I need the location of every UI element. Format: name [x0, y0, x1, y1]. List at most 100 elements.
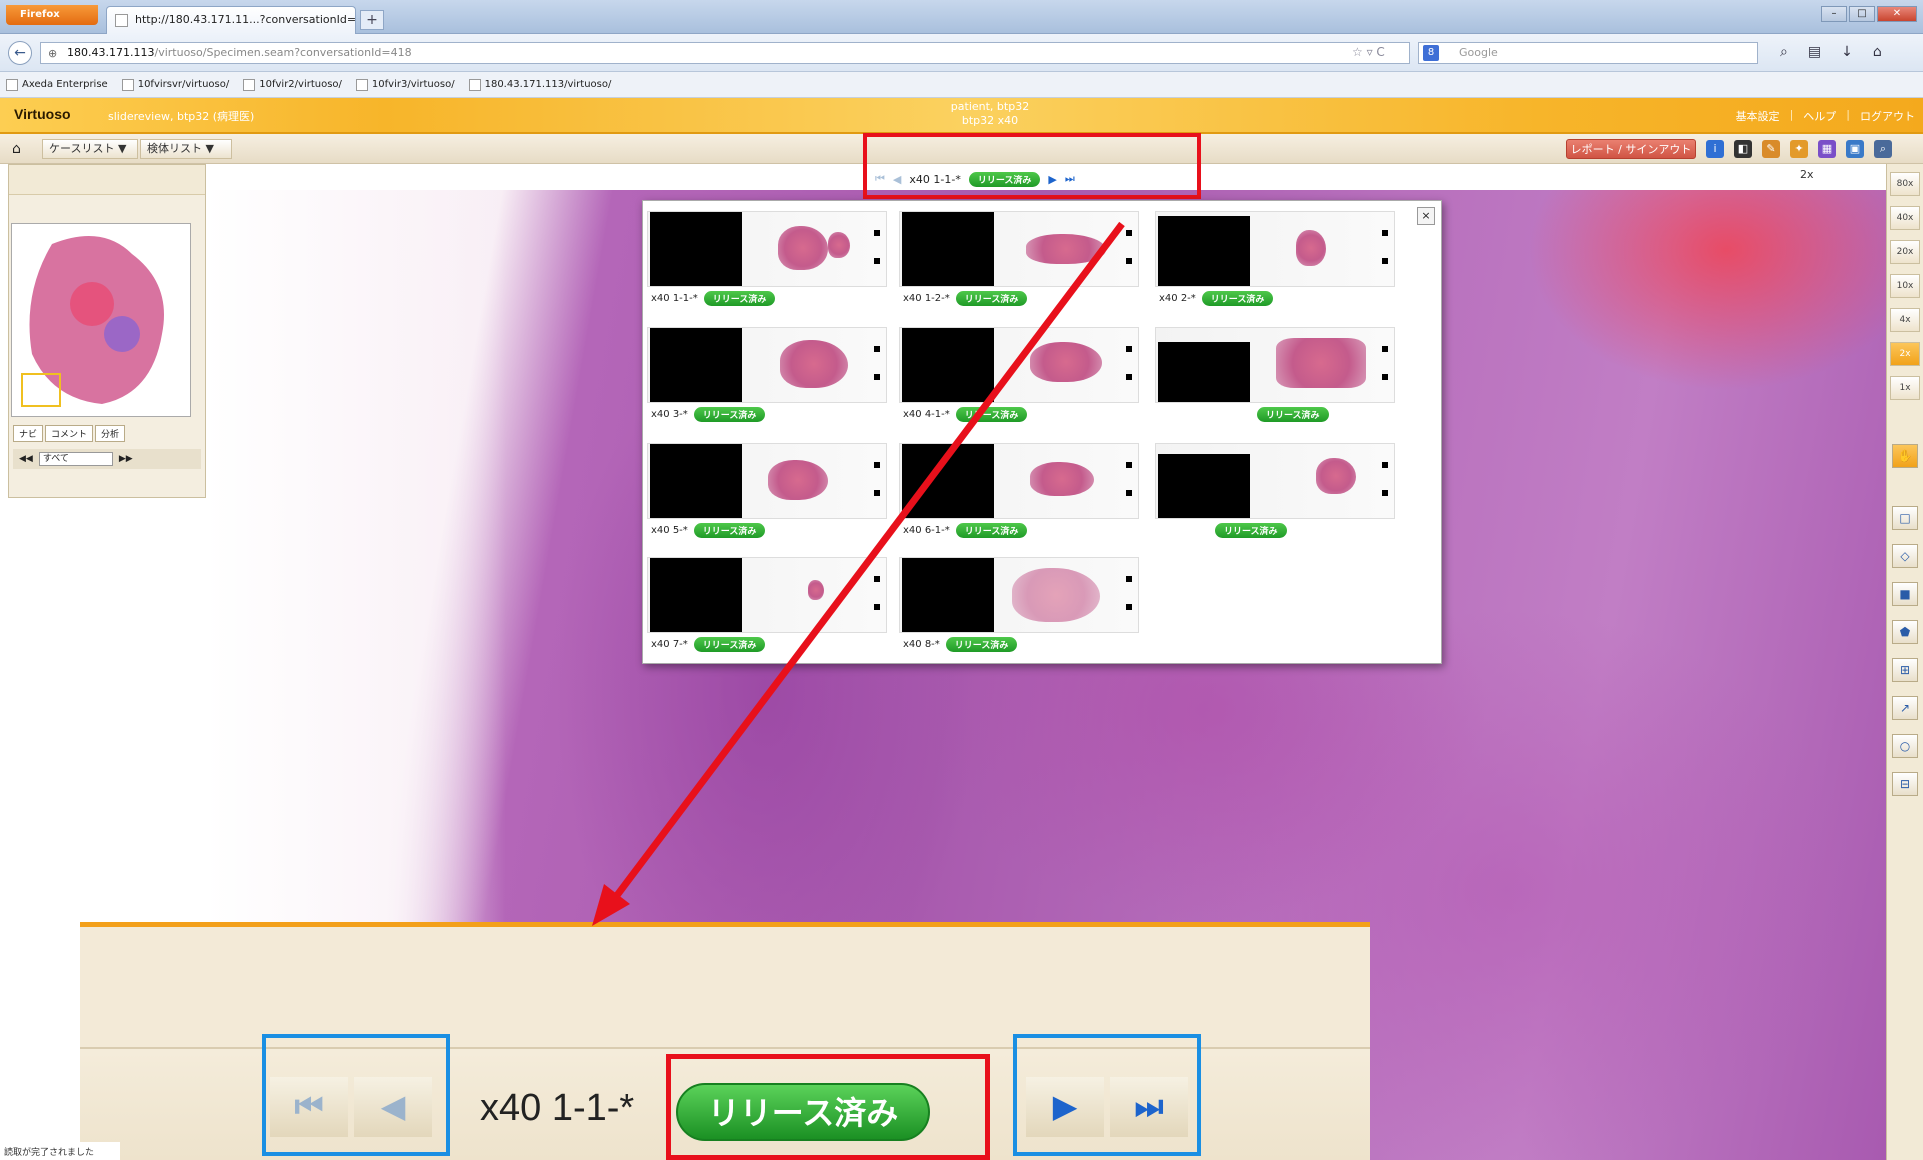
zoom-10x-button[interactable]: 10x	[1890, 274, 1920, 298]
rectangle-tool-icon[interactable]: □	[1892, 506, 1918, 530]
url-bar[interactable]: ⊕ 180.43.171.113/virtuoso/Specimen.seam?…	[40, 42, 1410, 64]
slide-thumbnail	[899, 443, 1139, 519]
polygon-tool-icon[interactable]: ⬟	[1892, 620, 1918, 644]
bookmark-item[interactable]: 10fvir2/virtuoso/	[243, 78, 342, 91]
release-status-pill: リリース済み	[1215, 523, 1287, 538]
report-signout-button[interactable]: レポート / サインアウト	[1566, 139, 1696, 159]
slide-thumbnail	[1155, 211, 1395, 287]
slide-item[interactable]: x40 1-2-* リリース済み	[899, 211, 1139, 319]
zoom-40x-button[interactable]: 40x	[1890, 206, 1920, 230]
search-bar[interactable]: 8 Google	[1418, 42, 1758, 64]
bookmarks-menu-icon[interactable]: ▤	[1808, 44, 1821, 60]
tissue-icon	[778, 226, 828, 270]
slide-picker-popup: × x40 1-1-* リリース済み x40 1-2-* リリース済み x40 2-…	[642, 200, 1442, 664]
tab-analysis[interactable]: 分析	[95, 425, 126, 442]
logout-link[interactable]: ログアウト	[1860, 108, 1915, 124]
settings-link[interactable]: 基本設定	[1736, 108, 1780, 124]
tissue-icon	[828, 232, 850, 258]
slide-item[interactable]: x40 7-* リリース済み	[647, 557, 887, 665]
filter-select[interactable]: すべて	[38, 452, 113, 466]
globe-icon: ⊕	[48, 47, 58, 60]
gallery-icon[interactable]: ▦	[1818, 140, 1836, 158]
next-icon[interactable]: ▶▶	[119, 454, 133, 464]
slide-mark	[1382, 258, 1388, 264]
zoom-20x-button[interactable]: 20x	[1890, 240, 1920, 264]
layout-icon[interactable]: ▣	[1846, 140, 1864, 158]
redaction-block	[1158, 454, 1250, 518]
freehand-region-icon[interactable]: ◇	[1892, 544, 1918, 568]
tissue-icon	[808, 580, 824, 600]
slide-item[interactable]: リリース済み	[1155, 443, 1395, 551]
browser-nav-bar: ← ⊕ 180.43.171.113/virtuoso/Specimen.sea…	[0, 34, 1923, 72]
filled-rect-icon[interactable]: ■	[1892, 582, 1918, 606]
text-tool-icon[interactable]: ⊟	[1892, 772, 1918, 796]
arrow-tool-icon[interactable]: ↗	[1892, 696, 1918, 720]
slide-meta: x40 2-* リリース済み	[1159, 291, 1274, 306]
new-tab-button[interactable]: +	[360, 10, 384, 30]
app-subtitle: slidereview, btp32 (病理医)	[108, 110, 255, 123]
info-icon[interactable]: i	[1706, 140, 1724, 158]
slide-mark	[1126, 490, 1132, 496]
release-status-pill: リリース済み	[945, 637, 1018, 652]
google-search-icon: 8	[1423, 45, 1439, 61]
bookmark-item[interactable]: Axeda Enterprise	[6, 78, 108, 91]
tag-icon[interactable]: ✎	[1762, 140, 1780, 158]
download-icon[interactable]: ↓	[1841, 44, 1853, 60]
ellipse-tool-icon[interactable]: ○	[1892, 734, 1918, 758]
bookmark-star-icon[interactable]: ☆ ▿ C	[1352, 45, 1385, 59]
slide-item[interactable]: x40 5-* リリース済み	[647, 443, 887, 551]
home-icon[interactable]: ⌂	[12, 141, 21, 157]
panel-tabs: ナビ コメント 分析	[13, 425, 126, 442]
ruler-tool-icon[interactable]: ⊞	[1892, 658, 1918, 682]
slide-item[interactable]: x40 2-* リリース済み	[1155, 211, 1395, 319]
case-list-dropdown[interactable]: ケースリスト ▼	[42, 139, 138, 159]
firefox-menu-button[interactable]: Firefox	[6, 5, 98, 25]
pan-hand-icon[interactable]: ✋	[1892, 444, 1918, 468]
specimen-list-dropdown[interactable]: 検体リスト ▼	[140, 139, 232, 159]
slide-mark	[1382, 230, 1388, 236]
slide-thumbnail	[647, 443, 887, 519]
bookmark-item[interactable]: 10fvir3/virtuoso/	[355, 78, 455, 91]
prev-icon[interactable]: ◀◀	[19, 454, 33, 464]
bookmark-icon	[468, 78, 481, 91]
slide-item[interactable]: リリース済み	[1155, 327, 1395, 435]
browser-tab[interactable]: http://180.43.171.11...?conversationId=4…	[106, 6, 356, 34]
tissue-icon	[1012, 568, 1100, 622]
bookmark-item[interactable]: 10fvirsvr/virtuoso/	[121, 78, 229, 91]
tab-navi[interactable]: ナビ	[13, 425, 44, 442]
slide-overview-thumbnail[interactable]	[11, 223, 191, 417]
slide-mark	[874, 576, 880, 582]
slide-item[interactable]: x40 3-* リリース済み	[647, 327, 887, 435]
slide-meta: リリース済み	[1251, 407, 1329, 422]
search-icon[interactable]: ⌕	[1780, 44, 1788, 60]
slide-mark	[874, 462, 880, 468]
tissue-icon	[768, 460, 828, 500]
slide-item[interactable]: x40 6-1-* リリース済み	[899, 443, 1139, 551]
zoom-80x-button[interactable]: 80x	[1890, 172, 1920, 196]
home-icon[interactable]: ⌂	[1873, 44, 1882, 60]
slide-item[interactable]: x40 4-1-* リリース済み	[899, 327, 1139, 435]
help-link[interactable]: ヘルプ	[1803, 108, 1836, 124]
tab-title: http://180.43.171.11...?conversationId=4…	[135, 13, 356, 26]
magnifier-icon[interactable]: ⌕	[1874, 140, 1892, 158]
zoom-1x-button[interactable]: 1x	[1890, 376, 1920, 400]
slide-meta: x40 6-1-* リリース済み	[903, 523, 1028, 538]
back-button[interactable]: ←	[8, 41, 32, 65]
maximize-icon[interactable]: □	[1849, 6, 1875, 22]
tab-comment[interactable]: コメント	[45, 425, 94, 442]
release-status-pill: リリース済み	[693, 407, 766, 422]
zoom-2x-button[interactable]: 2x	[1890, 342, 1920, 366]
highlight-box	[863, 133, 1201, 199]
close-icon[interactable]: ×	[1417, 207, 1435, 225]
zoom-4x-button[interactable]: 4x	[1890, 308, 1920, 332]
slide-item[interactable]: x40 8-* リリース済み	[899, 557, 1139, 665]
slide-mark	[874, 374, 880, 380]
minimize-icon[interactable]: –	[1821, 6, 1847, 22]
slide-item[interactable]: x40 1-1-* リリース済み	[647, 211, 887, 319]
nav-forward-highlight	[1013, 1034, 1201, 1156]
slide-icon[interactable]: ◧	[1734, 140, 1752, 158]
bookmark-item[interactable]: 180.43.171.113/virtuoso/	[468, 78, 611, 91]
annotation-icon[interactable]: ✦	[1790, 140, 1808, 158]
close-window-icon[interactable]: ✕	[1877, 6, 1917, 22]
release-status-pill: リリース済み	[1257, 407, 1329, 422]
